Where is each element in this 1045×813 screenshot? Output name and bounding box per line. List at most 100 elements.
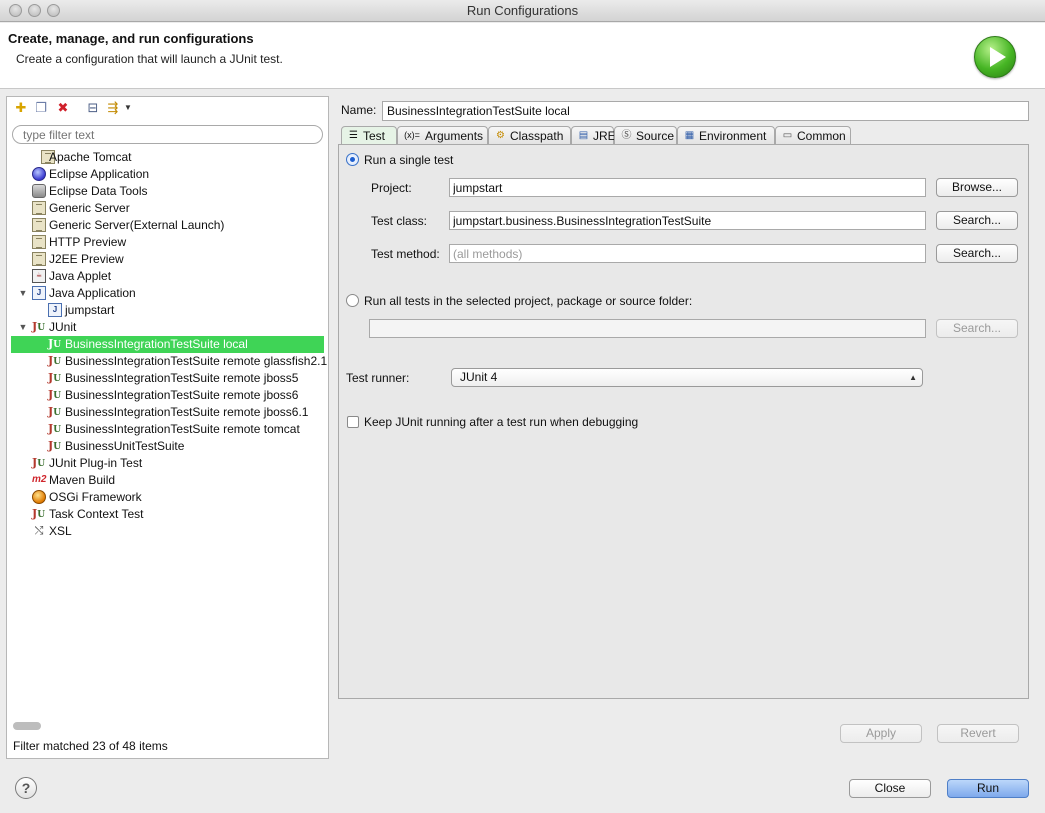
filter-status: Filter matched 23 of 48 items <box>13 739 168 753</box>
junit-icon: JU <box>48 354 62 367</box>
run-button[interactable]: Run <box>947 779 1029 798</box>
filter-input[interactable] <box>12 125 323 144</box>
tree-item-integration-tomcat[interactable]: JU BusinessIntegrationTestSuite remote t… <box>7 421 328 438</box>
tree-item-integration-local[interactable]: JU BusinessIntegrationTestSuite local <box>11 336 324 353</box>
applet-icon: ☕ <box>32 269 46 283</box>
tree-item-label: Generic Server(External Launch) <box>49 218 225 232</box>
tree-item-label: BusinessIntegrationTestSuite remote jbos… <box>65 405 309 419</box>
tree-item-label: J2EE Preview <box>49 252 124 266</box>
filter-icon[interactable]: ⇶ <box>105 100 121 116</box>
server-icon <box>32 235 46 249</box>
junit-icon: JU <box>48 405 62 418</box>
tree-item-junit[interactable]: ▼ JU JUnit <box>7 319 328 336</box>
junit-icon: JU <box>48 422 62 435</box>
environment-icon: ▦ <box>684 130 695 141</box>
source-icon: Ⓢ <box>621 130 632 141</box>
tab-label: Environment <box>699 129 767 143</box>
run-all-tests-label: Run all tests in the selected project, p… <box>364 294 693 308</box>
test-method-field[interactable] <box>449 244 926 263</box>
tree-item-apache-tomcat[interactable]: Apache Tomcat <box>7 149 328 166</box>
tree-item-integration-jboss61[interactable]: JU BusinessIntegrationTestSuite remote j… <box>7 404 328 421</box>
collapse-all-icon[interactable]: ⊟ <box>85 100 101 116</box>
help-icon[interactable]: ? <box>15 777 37 799</box>
java-app-icon: J <box>48 303 62 317</box>
tab-test[interactable]: ☰ Test <box>341 126 397 145</box>
tree-item-eclipse-application[interactable]: Eclipse Application <box>7 166 328 183</box>
tree-item-junit-plugin-test[interactable]: JU JUnit Plug-in Test <box>7 455 328 472</box>
duplicate-icon[interactable]: ❐ <box>33 100 49 116</box>
configuration-name-input[interactable] <box>382 101 1029 121</box>
tree-item-label: BusinessIntegrationTestSuite remote jbos… <box>65 371 299 385</box>
container-field[interactable] <box>369 319 926 338</box>
tree-item-label: HTTP Preview <box>49 235 127 249</box>
tree-item-maven-build[interactable]: m2 Maven Build <box>7 472 328 489</box>
tree-item-unit-test-suite[interactable]: JU BusinessUnitTestSuite <box>7 438 328 455</box>
common-icon: ▭ <box>782 130 793 141</box>
tree-item-java-application[interactable]: ▼ J Java Application <box>7 285 328 302</box>
tab-label: Arguments <box>425 129 484 143</box>
tab-environment[interactable]: ▦ Environment <box>677 126 775 145</box>
close-window-icon[interactable] <box>9 4 22 17</box>
tree-item-label: JUnit Plug-in Test <box>49 456 143 470</box>
tab-classpath[interactable]: ⚙ Classpath <box>488 126 571 145</box>
tab-label: Classpath <box>510 129 564 143</box>
tree-item-label: Task Context Test <box>49 507 144 521</box>
zoom-window-icon[interactable] <box>47 4 60 17</box>
test-runner-value: JUnit 4 <box>460 370 498 384</box>
expand-chevron-down-icon[interactable]: ▼ <box>18 285 28 302</box>
apply-button[interactable]: Apply <box>840 724 922 743</box>
new-config-icon[interactable]: ✚ <box>13 100 29 116</box>
tree-item-integration-jboss5[interactable]: JU BusinessIntegrationTestSuite remote j… <box>7 370 328 387</box>
eclipse-icon <box>32 167 46 181</box>
minimize-window-icon[interactable] <box>28 4 41 17</box>
run-all-tests-radio[interactable] <box>346 294 359 307</box>
server-icon <box>32 218 46 232</box>
tree-item-java-applet[interactable]: ☕ Java Applet <box>7 268 328 285</box>
filter-menu-chevron-down-icon[interactable]: ▼ <box>120 100 136 116</box>
tree-item-label: Eclipse Application <box>49 167 150 181</box>
tree-item-osgi-framework[interactable]: OSGi Framework <box>7 489 328 506</box>
tree-item-generic-server[interactable]: Generic Server <box>7 200 328 217</box>
test-class-field[interactable] <box>449 211 926 230</box>
tree-item-label: XSL <box>49 524 72 538</box>
arguments-icon: (x)= <box>404 130 420 140</box>
run-launch-icon <box>974 36 1016 78</box>
search-class-button[interactable]: Search... <box>936 211 1018 230</box>
tree-item-eclipse-data-tools[interactable]: Eclipse Data Tools <box>7 183 328 200</box>
revert-button[interactable]: Revert <box>937 724 1019 743</box>
junit-icon: JU <box>48 371 62 384</box>
tree-item-label: Java Applet <box>49 269 112 283</box>
scrollbar-thumb[interactable] <box>13 722 41 730</box>
junit-icon: JU <box>48 439 62 452</box>
project-field[interactable] <box>449 178 926 197</box>
tab-jre[interactable]: ▤ JRE <box>571 126 616 145</box>
tree-item-jumpstart[interactable]: J jumpstart <box>7 302 328 319</box>
tree-item-label: Apache Tomcat <box>49 150 132 164</box>
search-method-button[interactable]: Search... <box>936 244 1018 263</box>
tree-item-xsl[interactable]: ⤭ XSL <box>7 523 328 540</box>
select-chevron-icon: ▲ <box>909 373 917 382</box>
tree-item-label: BusinessIntegrationTestSuite local <box>65 337 248 351</box>
tree-item-integration-glassfish[interactable]: JU BusinessIntegrationTestSuite remote g… <box>7 353 328 370</box>
expand-chevron-down-icon[interactable]: ▼ <box>18 319 28 336</box>
tab-source[interactable]: Ⓢ Source <box>614 126 677 145</box>
tab-common[interactable]: ▭ Common <box>775 126 851 145</box>
delete-icon[interactable]: ✖ <box>55 100 71 116</box>
close-button[interactable]: Close <box>849 779 931 798</box>
classpath-icon: ⚙ <box>496 130 505 141</box>
tree-item-generic-server-external[interactable]: Generic Server(External Launch) <box>7 217 328 234</box>
tree-item-j2ee-preview[interactable]: J2EE Preview <box>7 251 328 268</box>
keep-junit-running-checkbox[interactable] <box>347 416 359 428</box>
test-runner-select[interactable]: JUnit 4 ▲ <box>451 368 923 387</box>
tab-label: JRE <box>593 129 616 143</box>
tree-horizontal-scrollbar[interactable] <box>13 722 323 730</box>
run-single-test-radio[interactable] <box>346 153 359 166</box>
keep-junit-running-label: Keep JUnit running after a test run when… <box>364 415 639 429</box>
search-container-button[interactable]: Search... <box>936 319 1018 338</box>
browse-project-button[interactable]: Browse... <box>936 178 1018 197</box>
header-banner: Create, manage, and run configurations C… <box>0 23 1045 89</box>
tree-item-http-preview[interactable]: HTTP Preview <box>7 234 328 251</box>
tree-item-integration-jboss6[interactable]: JU BusinessIntegrationTestSuite remote j… <box>7 387 328 404</box>
tab-arguments[interactable]: (x)= Arguments <box>397 126 488 145</box>
tree-item-task-context-test[interactable]: JU Task Context Test <box>7 506 328 523</box>
